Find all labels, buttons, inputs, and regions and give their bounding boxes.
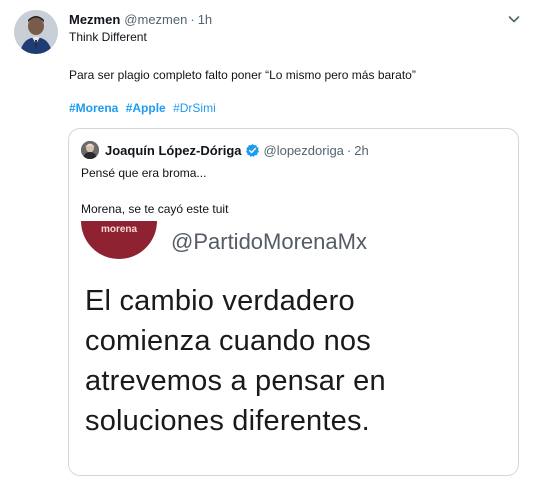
morena-logo: morena <box>81 221 157 259</box>
hashtag-morena[interactable]: #Morena <box>69 101 118 115</box>
image-text-line-1: El cambio verdadero <box>85 285 355 317</box>
quoted-timestamp[interactable]: 2h <box>354 143 368 158</box>
hashtag-drsimi[interactable]: #DrSimi <box>173 101 216 115</box>
chevron-down-icon <box>508 16 520 23</box>
tweet-header: Mezmen @mezmen · 1h <box>69 10 212 28</box>
hashtag-list: #Morena #Apple #DrSimi <box>69 101 220 115</box>
separator-dot: · <box>190 11 195 27</box>
quoted-tweet-header: Joaquín López-Dóriga @lopezdoriga · 2h <box>81 140 369 160</box>
tweet-text-line-1: Think Different <box>69 30 147 44</box>
tweet-text-line-2: Para ser plagio completo falto poner “Lo… <box>69 68 416 82</box>
hashtag-apple[interactable]: #Apple <box>126 101 166 115</box>
avatar-image <box>14 10 58 54</box>
morena-logo-text: morena <box>100 224 138 235</box>
quoted-author-handle[interactable]: @lopezdoriga <box>264 143 344 158</box>
image-text-line-3: atrevemos a pensar en <box>85 365 386 397</box>
quoted-author-name[interactable]: Joaquín López-Dóriga <box>105 143 242 158</box>
image-handle-text: @PartidoMorenaMx <box>171 229 367 254</box>
avatar[interactable] <box>14 10 58 54</box>
more-options-button[interactable] <box>504 9 524 29</box>
quoted-tweet[interactable]: Joaquín López-Dóriga @lopezdoriga · 2h P… <box>68 128 519 476</box>
verified-badge-icon <box>245 143 260 158</box>
image-text-line-4: soluciones diferentes. <box>85 405 370 437</box>
quoted-image[interactable]: morena @PartidoMorenaMx El cambio verdad… <box>69 221 518 475</box>
quoted-text-line-2: Morena, se te cayó este tuit <box>81 202 229 216</box>
timestamp[interactable]: 1h <box>198 12 212 27</box>
quoted-separator-dot: · <box>346 142 352 158</box>
quoted-text-line-1: Pensé que era broma... <box>81 166 207 180</box>
quoted-avatar-image <box>81 141 99 159</box>
author-handle[interactable]: @mezmen <box>124 12 187 27</box>
quoted-avatar[interactable] <box>81 141 99 159</box>
tweet[interactable]: Mezmen @mezmen · 1h Think Different Para… <box>0 0 533 481</box>
author-name[interactable]: Mezmen <box>69 12 120 27</box>
image-text-line-2: comienza cuando nos <box>85 325 371 357</box>
